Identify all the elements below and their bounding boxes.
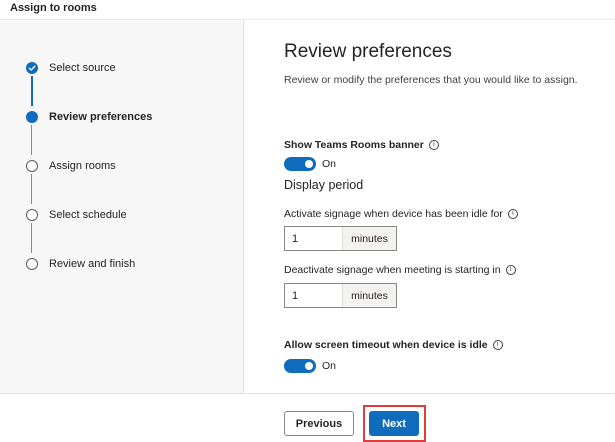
activate-label: Activate signage when device has been id… bbox=[284, 208, 518, 220]
timeout-toggle[interactable] bbox=[284, 359, 316, 373]
banner-label-text: Show Teams Rooms banner bbox=[284, 139, 424, 151]
top-bar: Assign to rooms bbox=[0, 0, 615, 20]
deactivate-minutes-unit: minutes bbox=[342, 284, 396, 307]
step-connector bbox=[31, 76, 33, 106]
step-select-source[interactable]: Select source bbox=[26, 58, 116, 78]
activate-label-text: Activate signage when device has been id… bbox=[284, 208, 503, 220]
dialog-footer: Previous Next bbox=[0, 393, 615, 442]
banner-toggle[interactable] bbox=[284, 157, 316, 171]
activate-minutes-input: minutes bbox=[284, 226, 397, 251]
deactivate-label: Deactivate signage when meeting is start… bbox=[284, 264, 516, 276]
step-label: Assign rooms bbox=[49, 160, 116, 172]
step-connector bbox=[31, 223, 32, 253]
toggle-knob bbox=[305, 160, 313, 168]
banner-toggle-state: On bbox=[322, 158, 337, 170]
stepper-sidebar: Select source Review preferences Assign … bbox=[0, 21, 244, 393]
pending-step-dot-icon bbox=[26, 160, 38, 172]
activate-minutes-unit: minutes bbox=[342, 227, 396, 250]
toggle-knob bbox=[305, 362, 313, 370]
info-icon[interactable]: i bbox=[507, 209, 518, 219]
step-label: Review and finish bbox=[49, 258, 136, 270]
pending-step-dot-icon bbox=[26, 209, 38, 221]
timeout-toggle-row: On bbox=[284, 359, 336, 373]
step-connector bbox=[31, 125, 32, 155]
banner-toggle-row: On bbox=[284, 157, 336, 171]
display-period-title: Display period bbox=[284, 178, 364, 192]
activate-minutes-value[interactable] bbox=[285, 227, 342, 250]
timeout-toggle-state: On bbox=[322, 360, 337, 372]
step-label: Select schedule bbox=[49, 209, 127, 221]
dialog-title: Assign to rooms bbox=[10, 2, 97, 14]
deactivate-minutes-input: minutes bbox=[284, 283, 397, 308]
step-label: Review preferences bbox=[49, 111, 153, 123]
preferences-panel: Review preferences Review or modify the … bbox=[284, 21, 615, 393]
page-subtitle: Review or modify the preferences that yo… bbox=[284, 74, 578, 86]
timeout-label-text: Allow screen timeout when device is idle bbox=[284, 339, 488, 351]
next-button[interactable]: Next bbox=[369, 411, 419, 436]
step-review-preferences[interactable]: Review preferences bbox=[26, 107, 152, 127]
current-step-dot-icon bbox=[26, 111, 38, 123]
deactivate-minutes-value[interactable] bbox=[285, 284, 342, 307]
deactivate-label-text: Deactivate signage when meeting is start… bbox=[284, 264, 501, 276]
step-connector bbox=[31, 174, 32, 204]
pending-step-dot-icon bbox=[26, 258, 38, 270]
timeout-label: Allow screen timeout when device is idle… bbox=[284, 339, 503, 351]
info-icon[interactable]: i bbox=[428, 140, 439, 150]
step-assign-rooms[interactable]: Assign rooms bbox=[26, 156, 116, 176]
previous-button[interactable]: Previous bbox=[284, 411, 354, 436]
step-label: Select source bbox=[49, 62, 116, 74]
banner-label: Show Teams Rooms banner i bbox=[284, 139, 439, 151]
step-review-and-finish[interactable]: Review and finish bbox=[26, 254, 135, 274]
info-icon[interactable]: i bbox=[492, 340, 503, 350]
info-icon[interactable]: i bbox=[505, 265, 516, 275]
step-select-schedule[interactable]: Select schedule bbox=[26, 205, 127, 225]
page-title: Review preferences bbox=[284, 41, 452, 62]
checkmark-icon bbox=[26, 62, 38, 74]
